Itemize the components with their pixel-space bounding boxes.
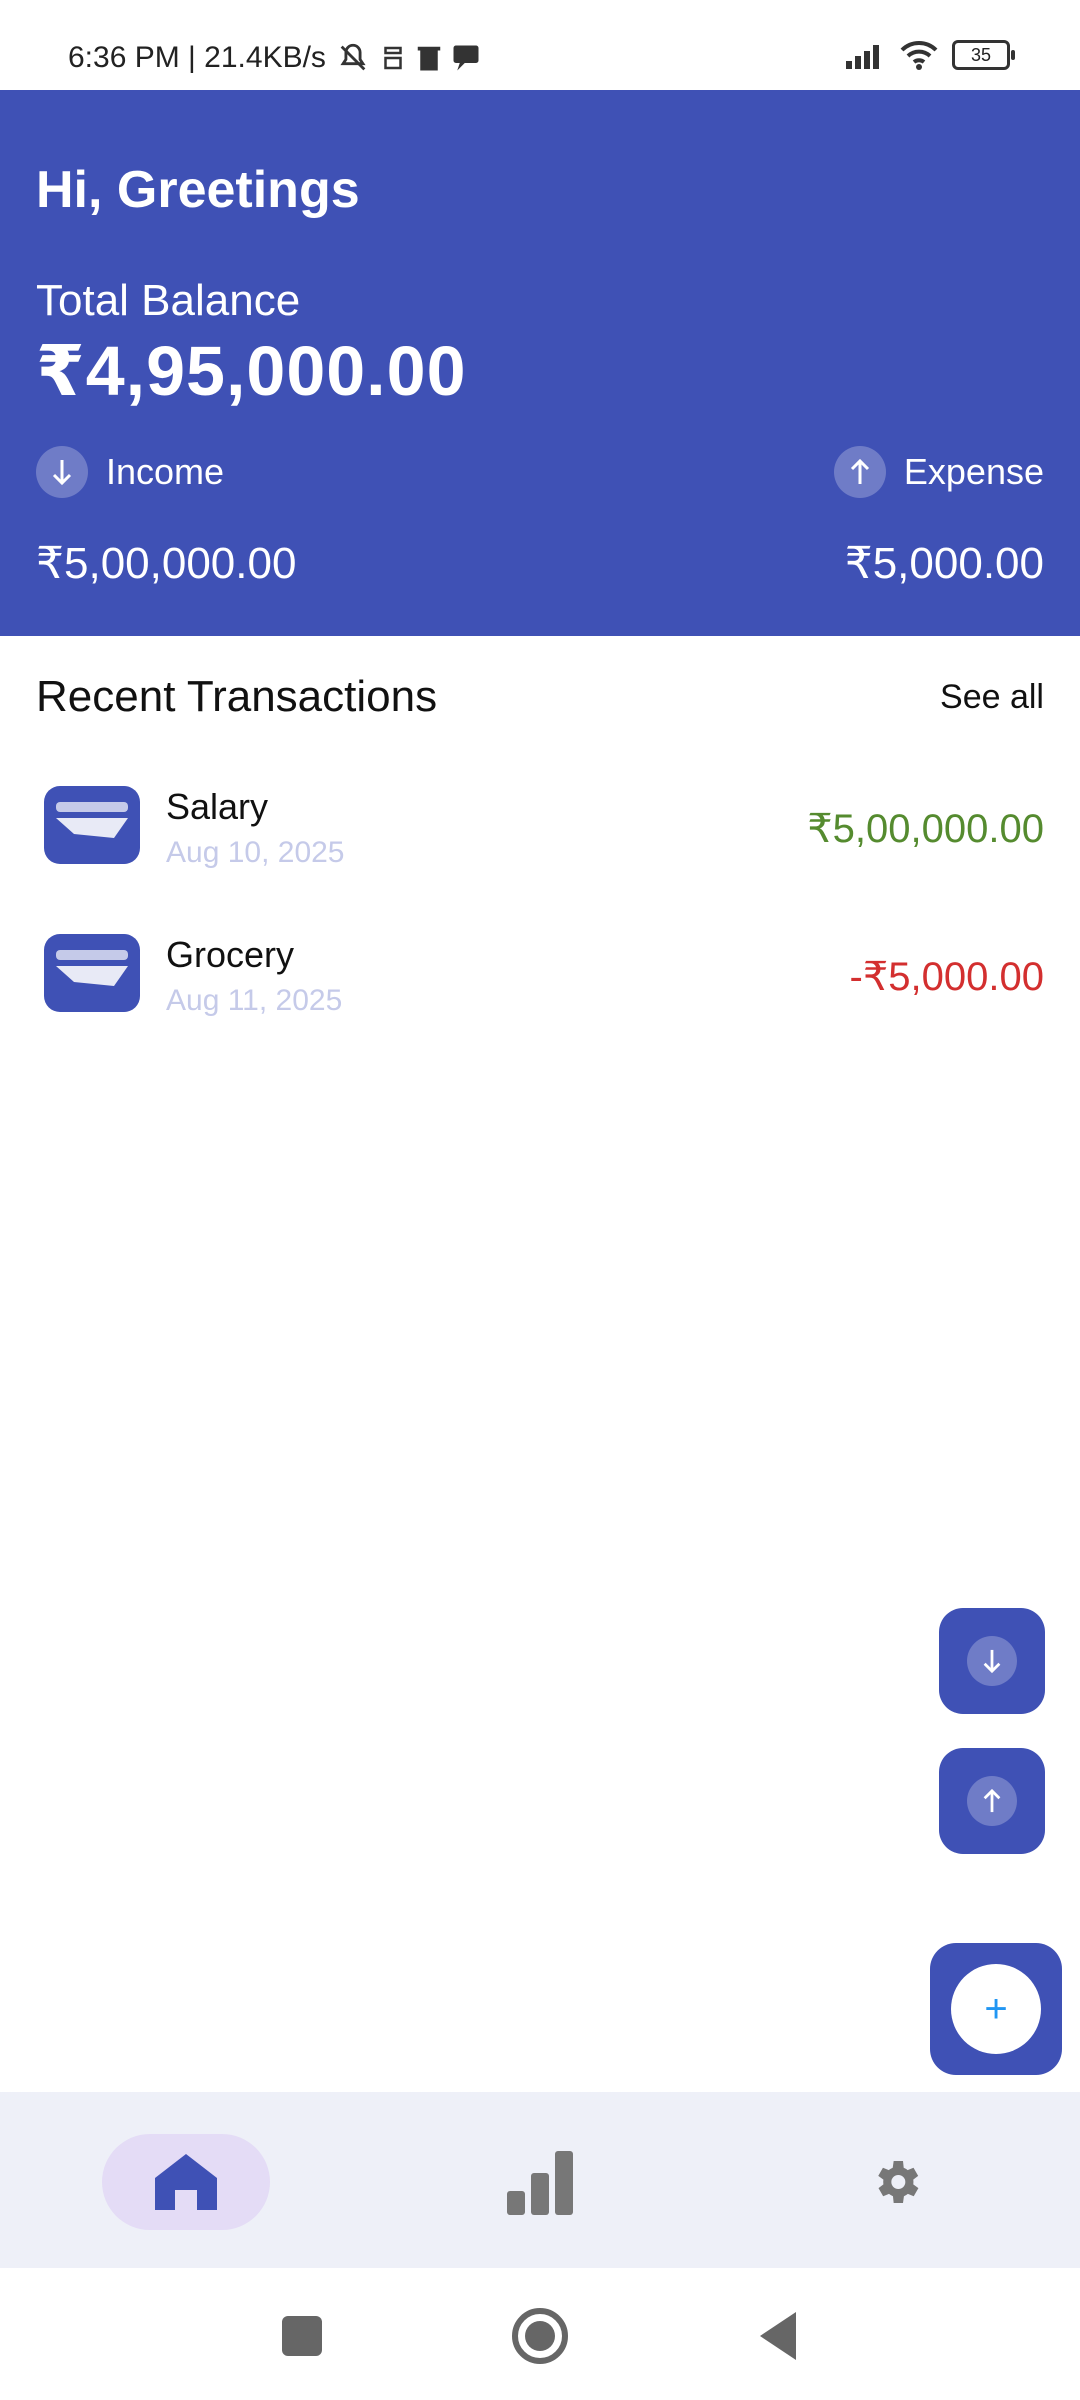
system-navigation <box>0 2268 1080 2400</box>
notification-icon <box>384 46 402 70</box>
back-triangle-icon[interactable] <box>748 2306 808 2366</box>
arrow-down-icon <box>967 1636 1017 1686</box>
recent-transactions-title: Recent Transactions <box>36 672 438 721</box>
nav-item-stats[interactable] <box>490 2134 590 2230</box>
message-icon <box>453 45 479 71</box>
battery-level: 35 <box>970 45 992 65</box>
arrow-up-icon <box>833 446 886 498</box>
transaction-row[interactable]: Grocery Aug 11, 2025 -₹5,000.00 <box>36 914 1044 1034</box>
arrow-down-icon <box>36 446 88 498</box>
nav-item-settings[interactable] <box>846 2134 946 2230</box>
arrow-up-icon <box>967 1776 1017 1826</box>
transaction-amount: -₹5,000.00 <box>849 955 1044 999</box>
expense-label: Expense <box>903 451 1044 492</box>
transaction-amount: ₹5,00,000.00 <box>807 807 1044 851</box>
home-icon <box>155 2154 217 2210</box>
see-all-link[interactable]: See all <box>940 678 1044 717</box>
status-right: 35 <box>846 40 1015 70</box>
gear-icon <box>878 2161 919 2203</box>
greeting-title: Hi, Greetings <box>36 161 360 219</box>
status-time-speed: 6:36 PM | 21.4KB/s <box>68 41 326 74</box>
bar-chart-icon <box>507 2151 573 2215</box>
wallet-icon <box>44 786 140 864</box>
income-label: Income <box>106 451 225 492</box>
recents-square-icon[interactable] <box>272 2306 332 2366</box>
status-left: 6:36 PM | 21.4KB/s <box>68 38 480 78</box>
battery-icon: 35 <box>952 40 1015 70</box>
add-income-fab[interactable] <box>939 1608 1045 1714</box>
nav-item-home[interactable] <box>102 2134 270 2230</box>
plus-icon: + <box>951 1964 1041 2054</box>
add-expense-fab[interactable] <box>939 1748 1045 1854</box>
muted-bell-icon <box>340 43 366 71</box>
total-balance-label: Total Balance <box>36 276 301 325</box>
transaction-row[interactable]: Salary Aug 10, 2025 ₹5,00,000.00 <box>36 766 1044 886</box>
transaction-date: Aug 11, 2025 <box>166 984 343 1017</box>
add-transaction-fab[interactable]: + <box>930 1943 1062 2075</box>
wallet-icon <box>44 934 140 1012</box>
income-amount: ₹5,00,000.00 <box>36 539 297 588</box>
trash-icon <box>417 46 441 71</box>
home-circle-icon[interactable] <box>510 2306 570 2366</box>
transaction-name: Salary <box>166 786 269 827</box>
expense-amount: ₹5,000.00 <box>844 539 1044 588</box>
transaction-name: Grocery <box>166 934 295 975</box>
expense-summary: Expense ₹5,000.00 <box>833 446 1044 589</box>
wifi-icon <box>900 40 938 70</box>
income-summary: Income ₹5,00,000.00 <box>36 446 296 589</box>
signal-icon <box>846 45 879 69</box>
transaction-date: Aug 10, 2025 <box>166 836 345 869</box>
bottom-navigation <box>0 2092 1080 2268</box>
balance-header: Hi, Greetings Total Balance ₹4,95,000.00… <box>0 90 1080 636</box>
status-notification-icons <box>336 41 480 75</box>
status-bar: 6:36 PM | 21.4KB/s 35 <box>0 0 1080 90</box>
total-balance-amount: ₹4,95,000.00 <box>36 332 467 410</box>
